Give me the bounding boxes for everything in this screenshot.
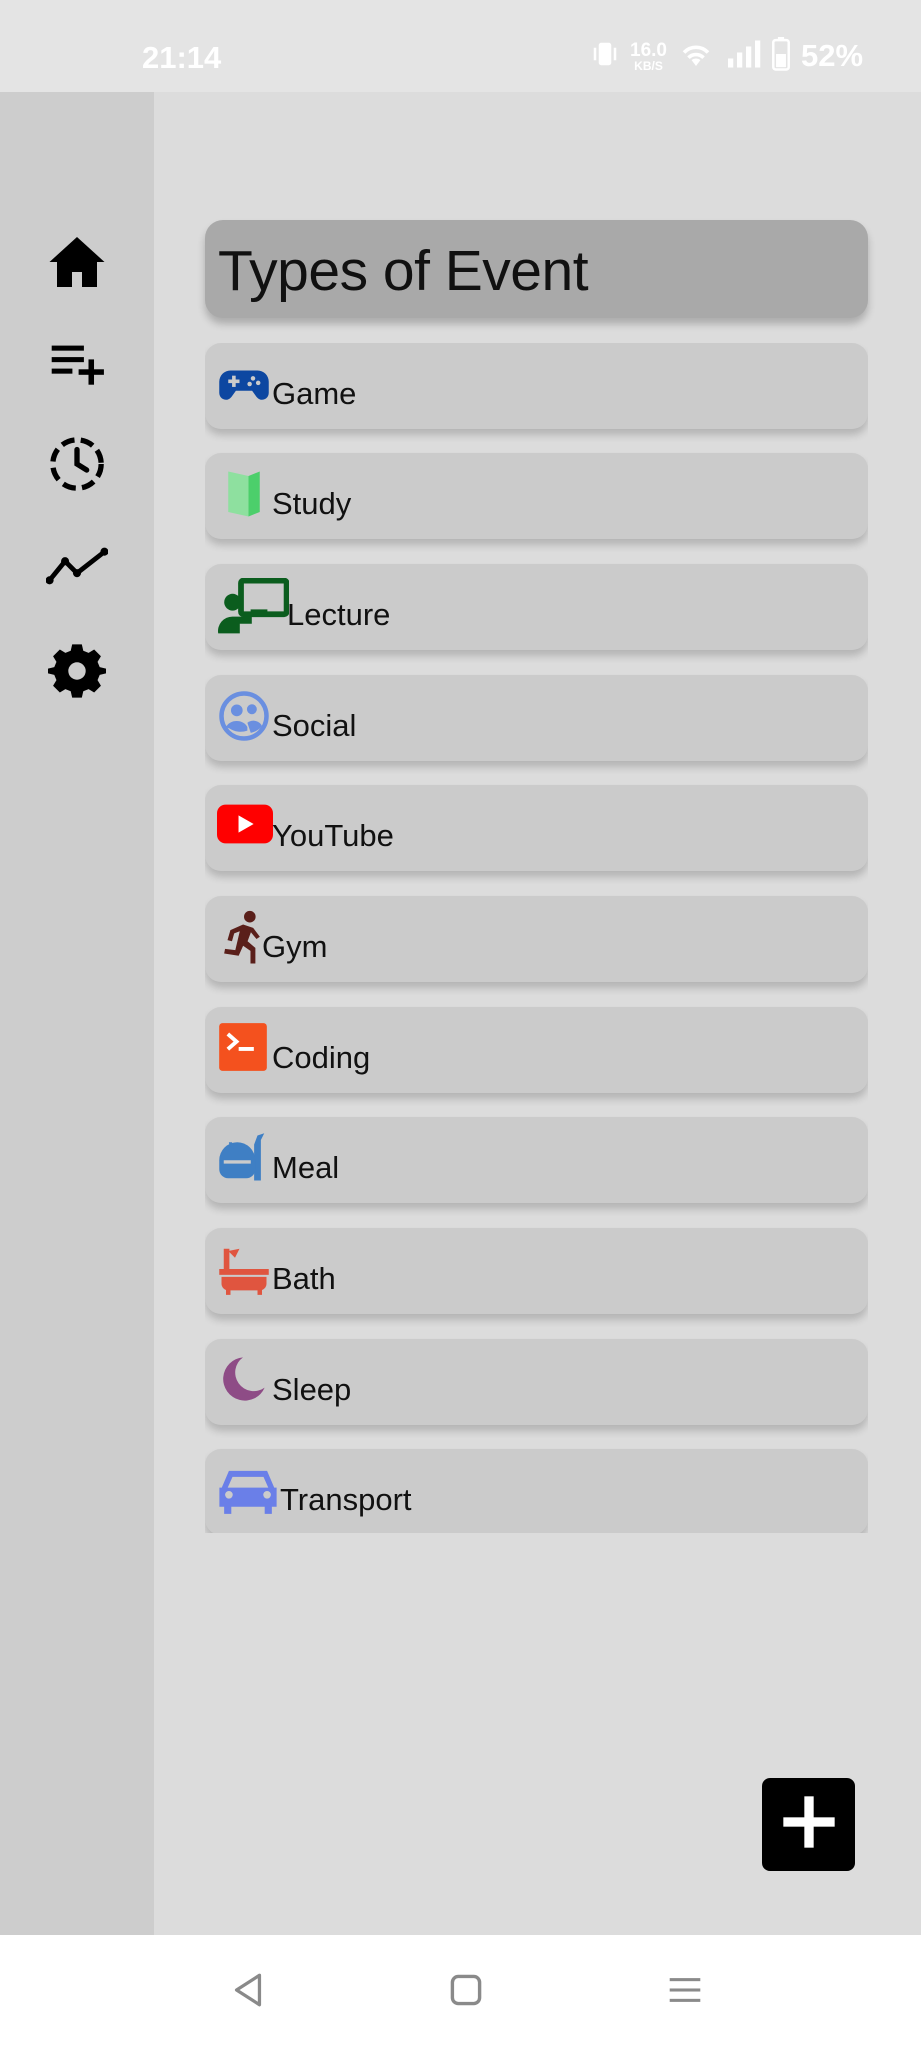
nav-home-button[interactable] [441, 1967, 491, 2017]
battery-percent: 52% [800, 38, 864, 73]
add-icon [781, 1794, 837, 1855]
event-label: Sleep [272, 1372, 352, 1407]
event-label: Transport [280, 1482, 412, 1517]
network-speed: 16.0 KB/S [630, 39, 667, 73]
vibrate-icon [590, 39, 620, 74]
book-icon [217, 467, 271, 521]
event-item-transport[interactable]: Transport [205, 1449, 868, 1533]
event-item-social[interactable]: Social [205, 675, 868, 761]
event-label: YouTube [272, 818, 394, 853]
nav-back-button[interactable] [223, 1967, 273, 2017]
bathtub-icon [217, 1242, 271, 1296]
rail-settings-button[interactable] [38, 634, 116, 712]
event-label: Meal [272, 1150, 340, 1185]
page-title: Types of Event [218, 239, 589, 303]
status-bar: 21:14 16.0 KB/S 52% [0, 0, 921, 92]
rail-add-event-button[interactable] [38, 327, 116, 405]
event-item-lecture[interactable]: Lecture [205, 564, 868, 650]
page-header: Types of Event [205, 220, 868, 318]
event-label: Social [272, 708, 357, 743]
event-label: Coding [272, 1040, 371, 1075]
terminal-icon [217, 1021, 271, 1075]
event-item-youtube[interactable]: YouTube [205, 785, 868, 871]
wifi-icon [677, 39, 715, 74]
rail-history-button[interactable] [38, 427, 116, 505]
event-label: Game [272, 376, 357, 411]
trending-icon [45, 546, 109, 591]
signal-icon [725, 39, 761, 74]
event-item-study[interactable]: Study [205, 453, 868, 539]
playlist-add-icon [49, 341, 105, 392]
menu-icon [668, 1973, 702, 2012]
home-square-icon [449, 1973, 483, 2012]
group-icon [217, 689, 271, 743]
event-item-meal[interactable]: Meal [205, 1117, 868, 1203]
event-label: Bath [272, 1261, 336, 1296]
status-time: 21:14 [142, 40, 222, 75]
event-item-bath[interactable]: Bath [205, 1228, 868, 1314]
home-icon [47, 234, 107, 295]
status-icons: 16.0 KB/S 52% [590, 36, 863, 76]
add-event-type-button[interactable] [762, 1778, 855, 1871]
history-icon [48, 435, 106, 498]
event-label: Gym [262, 929, 328, 964]
navigation-rail [0, 92, 154, 1935]
rail-stats-button[interactable] [38, 529, 116, 607]
event-label: Lecture [287, 597, 391, 632]
gamepad-icon [217, 357, 271, 411]
event-type-list[interactable]: Game Study Lecture Social YouTube Gym Co… [205, 343, 868, 1533]
back-icon [231, 1972, 265, 2013]
car-icon [217, 1463, 279, 1517]
rail-home-button[interactable] [38, 225, 116, 303]
meal-icon [217, 1131, 271, 1185]
nav-menu-button[interactable] [660, 1967, 710, 2017]
event-item-sleep[interactable]: Sleep [205, 1339, 868, 1425]
youtube-icon [217, 799, 273, 853]
battery-icon [771, 36, 791, 76]
event-label: Study [272, 486, 352, 521]
moon-icon [217, 1353, 271, 1407]
event-item-coding[interactable]: Coding [205, 1007, 868, 1093]
system-navigation-bar [0, 1935, 921, 2048]
event-item-game[interactable]: Game [205, 343, 868, 429]
event-item-gym[interactable]: Gym [205, 896, 868, 982]
presentation-icon [217, 577, 290, 634]
settings-icon [48, 642, 106, 705]
